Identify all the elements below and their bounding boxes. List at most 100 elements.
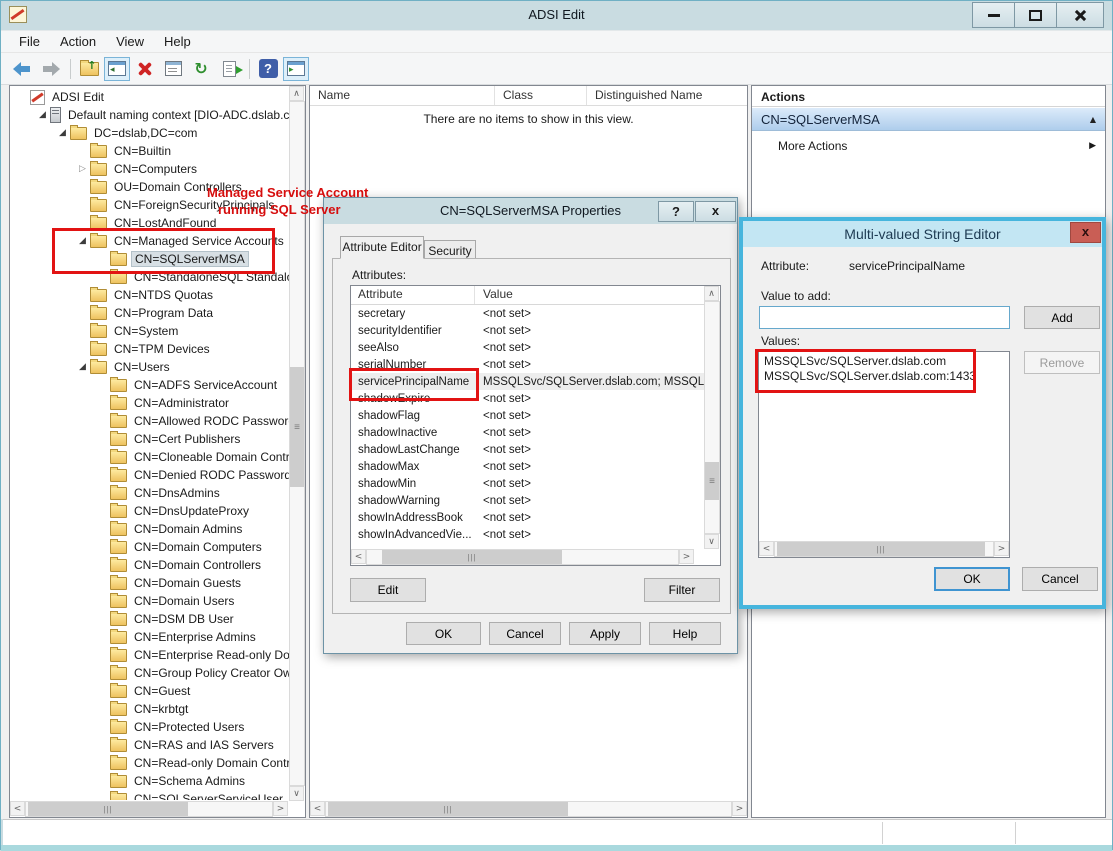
expander-icon[interactable]: ▷ xyxy=(75,164,90,174)
attributes-vertical-scrollbar[interactable] xyxy=(704,286,720,549)
tree-item[interactable]: CN=DnsUpdateProxy xyxy=(11,502,289,520)
scroll-thumb[interactable] xyxy=(328,802,568,816)
tree-item[interactable]: CN=Domain Guests xyxy=(11,574,289,592)
scroll-track[interactable] xyxy=(366,549,679,565)
tree-item[interactable]: CN=krbtgt xyxy=(11,700,289,718)
close-button[interactable] xyxy=(1057,2,1104,28)
more-actions-item[interactable]: More Actions xyxy=(752,136,1105,156)
tree-item[interactable]: CN=Enterprise Admins xyxy=(11,628,289,646)
attribute-row[interactable]: securityIdentifier<not set> xyxy=(351,322,704,339)
menu-view[interactable]: View xyxy=(106,32,154,51)
scroll-left-button[interactable] xyxy=(759,541,774,556)
remove-button[interactable]: Remove xyxy=(1024,351,1100,374)
scroll-right-button[interactable] xyxy=(732,801,747,816)
attribute-row[interactable]: shadowMax<not set> xyxy=(351,458,704,475)
attribute-row[interactable]: servicePrincipalNameMSSQLSvc/SQLServer.d… xyxy=(351,373,704,390)
value-item[interactable]: MSSQLSvc/SQLServer.dslab.com:1433 xyxy=(759,369,1009,384)
help-button[interactable] xyxy=(255,57,281,81)
tree-item[interactable]: CN=Cert Publishers xyxy=(11,430,289,448)
tree-item[interactable]: CN=Builtin xyxy=(11,142,289,160)
scroll-track[interactable] xyxy=(25,801,273,817)
values-horizontal-scrollbar[interactable] xyxy=(759,541,1009,557)
filter-button[interactable]: Filter xyxy=(644,578,720,602)
back-button[interactable] xyxy=(9,57,35,81)
scroll-down-button[interactable] xyxy=(289,786,304,801)
tree-item[interactable]: CN=Guest xyxy=(11,682,289,700)
scroll-track[interactable] xyxy=(774,541,994,557)
help-button[interactable]: Help xyxy=(649,622,721,645)
dialog-close-button[interactable] xyxy=(695,201,736,222)
column-header-value[interactable]: Value xyxy=(475,286,704,304)
mvse-ok-button[interactable]: OK xyxy=(934,567,1010,591)
tree-item[interactable]: CN=Group Policy Creator Owners xyxy=(11,664,289,682)
show-console-tree-button[interactable] xyxy=(104,57,130,81)
tree-item[interactable]: CN=Domain Controllers xyxy=(11,556,289,574)
tree-item[interactable]: CN=Cloneable Domain Controller xyxy=(11,448,289,466)
expander-icon[interactable]: ◢ xyxy=(75,362,90,372)
attribute-row[interactable]: serialNumber<not set> xyxy=(351,356,704,373)
tree-item[interactable]: ADSI Edit xyxy=(11,88,289,106)
attribute-row[interactable]: shadowLastChange<not set> xyxy=(351,441,704,458)
tree-item[interactable]: ◢Default naming context [DIO-ADC.dslab.c… xyxy=(11,106,289,124)
scroll-right-button[interactable] xyxy=(679,549,694,564)
scroll-right-button[interactable] xyxy=(273,801,288,816)
attribute-row[interactable]: shadowExpire<not set> xyxy=(351,390,704,407)
tree-item[interactable]: CN=StandaloneSQL StandaloneSQ xyxy=(11,268,289,286)
tree-item[interactable]: ◢CN=Managed Service Accounts xyxy=(11,232,289,250)
expander-icon[interactable]: ◢ xyxy=(55,128,70,138)
attribute-row[interactable]: seeAlso<not set> xyxy=(351,339,704,356)
tree-horizontal-scrollbar[interactable] xyxy=(10,801,288,817)
tree-item[interactable]: CN=Program Data xyxy=(11,304,289,322)
scroll-track[interactable] xyxy=(325,801,732,817)
tree-item[interactable]: ◢CN=Users xyxy=(11,358,289,376)
apply-button[interactable]: Apply xyxy=(569,622,641,645)
attribute-row[interactable]: shadowMin<not set> xyxy=(351,475,704,492)
attribute-row[interactable]: showInAdvancedVie...<not set> xyxy=(351,526,704,543)
tree-item[interactable]: CN=Enterprise Read-only Domain xyxy=(11,646,289,664)
minimize-button[interactable] xyxy=(972,2,1015,28)
column-header-attribute[interactable]: Attribute xyxy=(351,286,475,304)
scroll-left-button[interactable] xyxy=(10,801,25,816)
scroll-up-button[interactable] xyxy=(704,286,719,301)
column-header-name[interactable]: Name xyxy=(310,86,495,105)
tree-item[interactable]: ▷CN=Computers xyxy=(11,160,289,178)
tree-item[interactable]: CN=SQLServerMSA xyxy=(11,250,289,268)
dialog-help-button[interactable] xyxy=(658,201,694,222)
tree-item[interactable]: CN=ADFS ServiceAccount xyxy=(11,376,289,394)
scroll-right-button[interactable] xyxy=(994,541,1009,556)
tree-item[interactable]: CN=Allowed RODC Password Rep xyxy=(11,412,289,430)
attributes-horizontal-scrollbar[interactable] xyxy=(351,549,694,565)
mvse-close-button[interactable] xyxy=(1070,222,1101,243)
add-button[interactable]: Add xyxy=(1024,306,1100,329)
tree-item[interactable]: CN=Domain Admins xyxy=(11,520,289,538)
actions-section-header[interactable]: CN=SQLServerMSA xyxy=(752,108,1105,131)
maximize-button[interactable] xyxy=(1015,2,1057,28)
attribute-row[interactable]: showInAddressBook<not set> xyxy=(351,509,704,526)
attribute-row[interactable]: shadowFlag<not set> xyxy=(351,407,704,424)
tree-item[interactable]: CN=Denied RODC Password Repli xyxy=(11,466,289,484)
scroll-up-button[interactable] xyxy=(289,86,304,101)
tree-item[interactable]: CN=SQLServerServiceUser xyxy=(11,790,289,800)
tree-item[interactable]: CN=Schema Admins xyxy=(11,772,289,790)
column-header-class[interactable]: Class xyxy=(495,86,587,105)
show-action-pane-button[interactable] xyxy=(283,57,309,81)
delete-button[interactable] xyxy=(132,57,158,81)
tree-item[interactable]: CN=Domain Computers xyxy=(11,538,289,556)
collapse-caret-icon[interactable] xyxy=(1090,115,1096,124)
attribute-row[interactable]: shadowInactive<not set> xyxy=(351,424,704,441)
mvse-cancel-button[interactable]: Cancel xyxy=(1022,567,1098,591)
scroll-left-button[interactable] xyxy=(351,549,366,564)
scroll-thumb[interactable] xyxy=(705,462,719,500)
tree-item[interactable]: CN=DnsAdmins xyxy=(11,484,289,502)
menu-action[interactable]: Action xyxy=(50,32,106,51)
tree-item[interactable]: CN=TPM Devices xyxy=(11,340,289,358)
scroll-left-button[interactable] xyxy=(310,801,325,816)
forward-button[interactable] xyxy=(37,57,63,81)
attribute-row[interactable]: secretary<not set> xyxy=(351,305,704,322)
tree-item[interactable]: CN=DSM DB User xyxy=(11,610,289,628)
tree-item[interactable]: CN=Protected Users xyxy=(11,718,289,736)
tree-item[interactable]: ◢DC=dslab,DC=com xyxy=(11,124,289,142)
attribute-row[interactable]: shadowWarning<not set> xyxy=(351,492,704,509)
tree-item[interactable]: CN=NTDS Quotas xyxy=(11,286,289,304)
scroll-thumb[interactable] xyxy=(28,802,188,816)
